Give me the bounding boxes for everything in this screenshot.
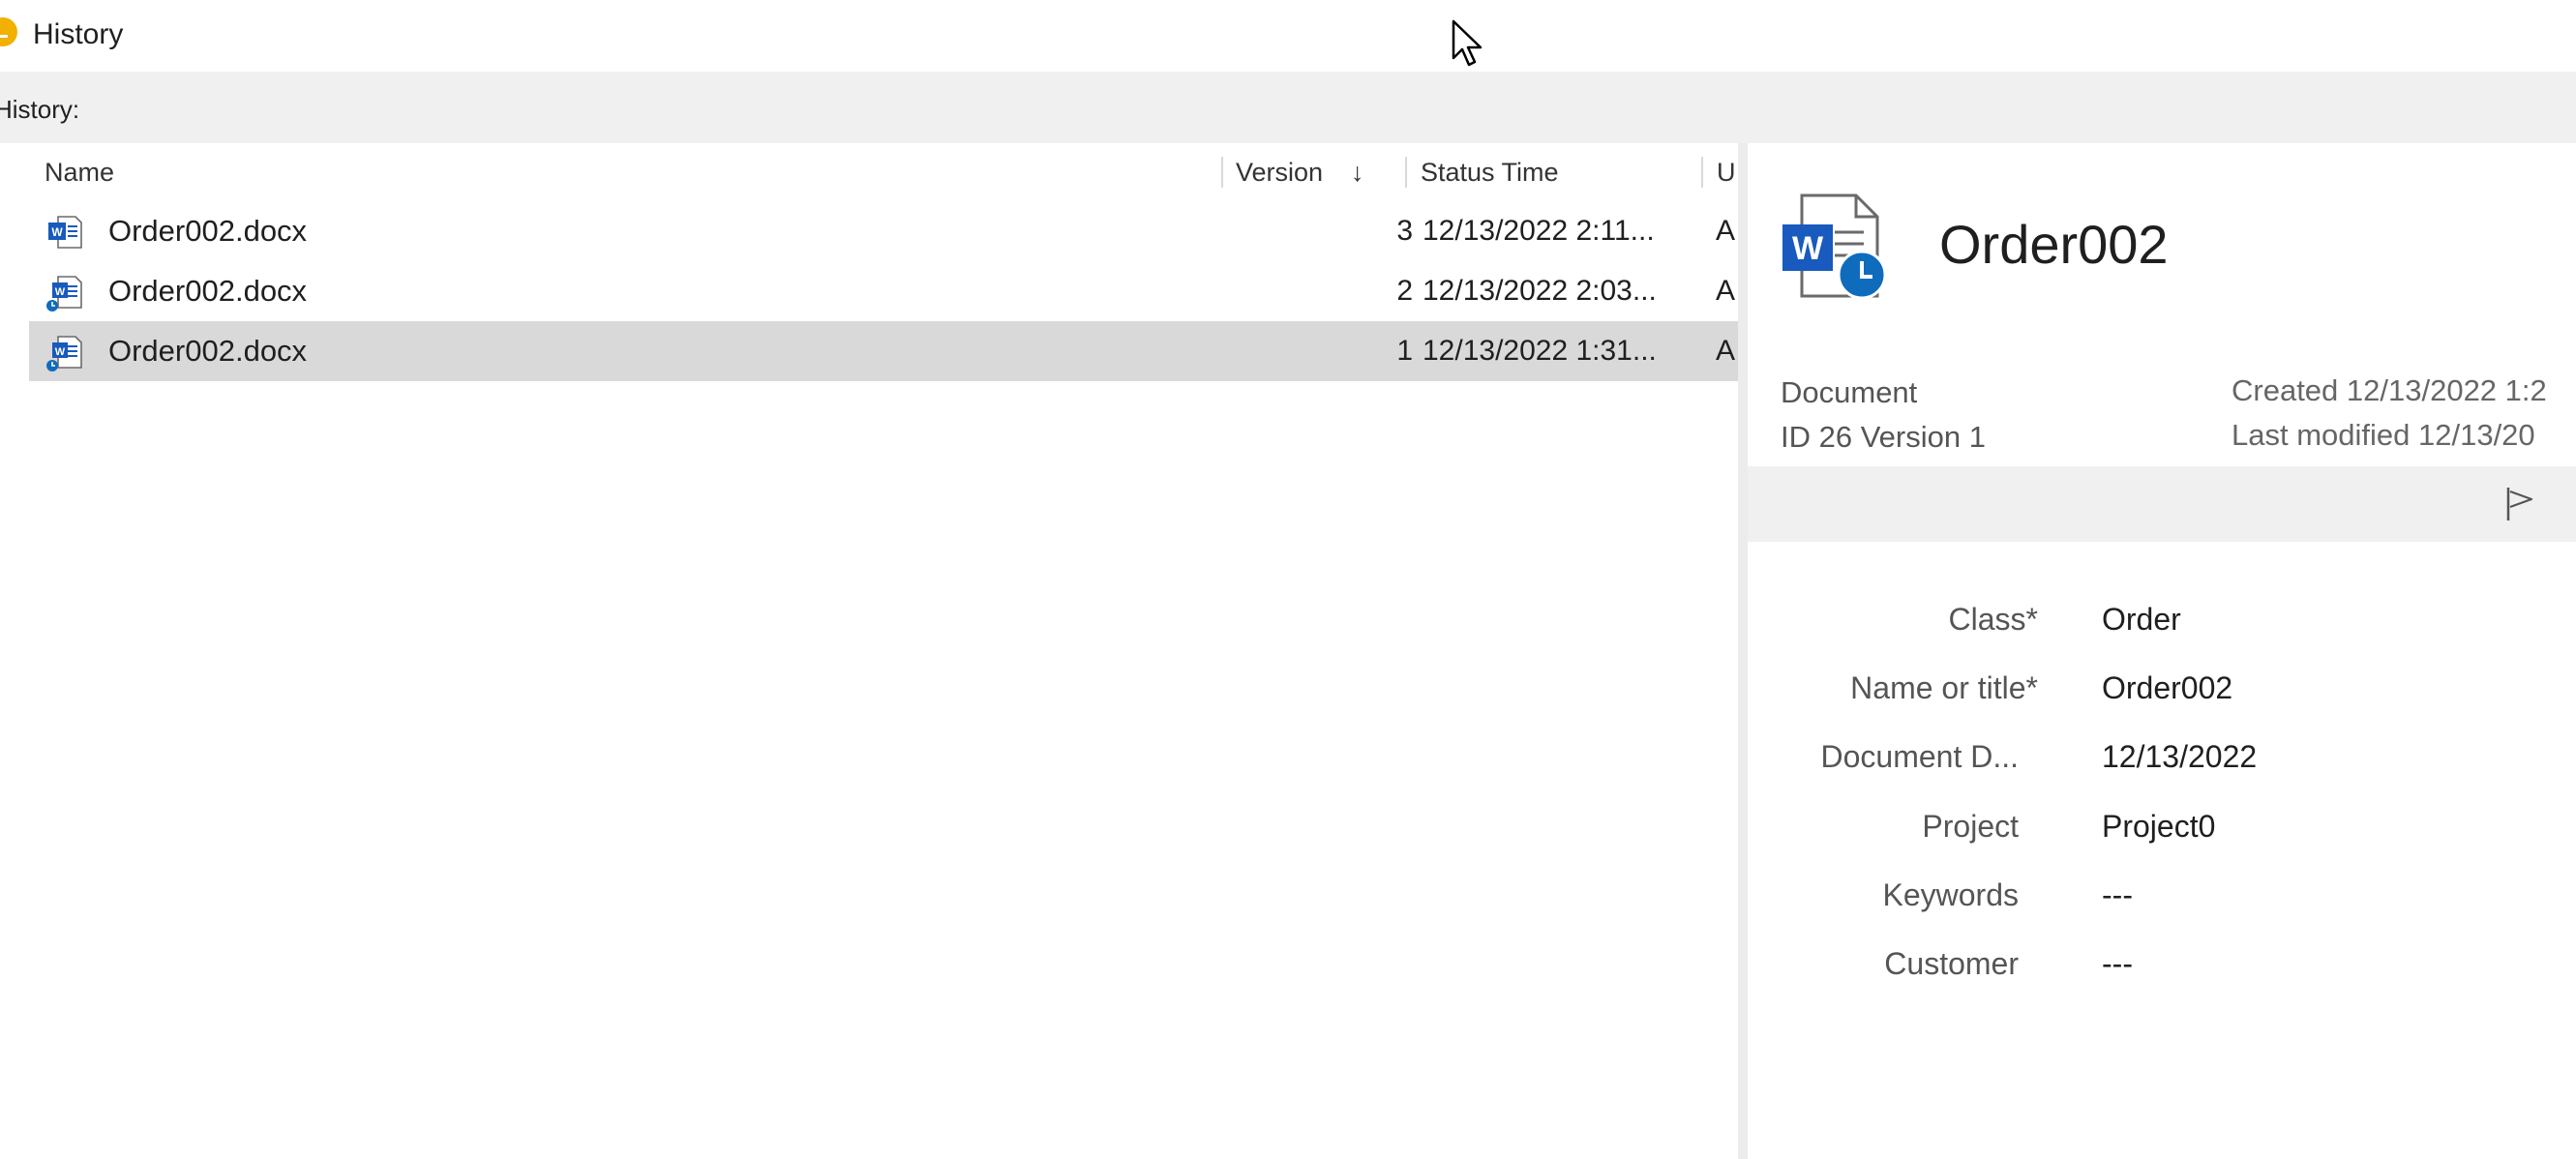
title-bar: History bbox=[0, 0, 2576, 72]
file-name: Order002.docx bbox=[108, 274, 308, 308]
property-label: Keywords bbox=[1882, 877, 2020, 912]
list-row-version-3[interactable]: W Order002.docx 3 12/13/2022 2:11... A bbox=[29, 201, 1738, 261]
document-title: Order002 bbox=[1939, 214, 2169, 275]
property-value[interactable]: Project0 bbox=[2102, 805, 2215, 847]
user-cell: A bbox=[1716, 215, 1736, 247]
property-label: Project bbox=[1922, 809, 2019, 844]
svg-text:W: W bbox=[51, 225, 63, 239]
window-title: History bbox=[33, 18, 124, 50]
object-id-version: ID 26 Version 1 bbox=[1781, 420, 1986, 454]
status-time: 12/13/2022 2:11... bbox=[1423, 215, 1655, 247]
svg-text:W: W bbox=[1792, 230, 1824, 267]
user-cell: A bbox=[1716, 335, 1736, 367]
property-value[interactable]: Order bbox=[2102, 598, 2181, 640]
word-document-history-icon: W bbox=[46, 336, 82, 371]
status-time: 12/13/2022 1:31... bbox=[1423, 335, 1657, 367]
list-row-version-2[interactable]: W Order002.docx 2 12/13/2022 2:03... A bbox=[29, 261, 1738, 321]
object-type: Document bbox=[1781, 375, 1918, 409]
file-name: Order002.docx bbox=[108, 214, 308, 248]
list-row-version-1[interactable]: W Order002.docx 1 12/13/2022 1:31... A bbox=[29, 321, 1738, 381]
word-document-icon: W bbox=[48, 216, 82, 249]
word-document-history-icon: W bbox=[1782, 193, 1887, 300]
property-label: Class* bbox=[1948, 602, 2038, 637]
property-value[interactable]: --- bbox=[2102, 942, 2133, 985]
history-label: History: bbox=[0, 95, 80, 124]
pane-splitter[interactable] bbox=[1738, 143, 1748, 1159]
column-separator[interactable] bbox=[1221, 157, 1223, 188]
status-time: 12/13/2022 2:03... bbox=[1423, 275, 1657, 307]
version-number: 2 bbox=[1396, 275, 1413, 307]
file-name: Order002.docx bbox=[108, 334, 308, 368]
property-label: Customer bbox=[1884, 946, 2019, 981]
flag-icon[interactable] bbox=[2504, 486, 2537, 522]
last-modified-info: Last modified 12/13/20 bbox=[2232, 418, 2535, 452]
created-info: Created 12/13/2022 1:2 bbox=[2232, 373, 2547, 407]
property-value[interactable]: 12/13/2022 bbox=[2102, 735, 2257, 778]
column-header-user[interactable]: U bbox=[1717, 153, 1736, 192]
metadata-toolbar bbox=[1748, 466, 2576, 542]
property-value[interactable]: Order002 bbox=[2102, 667, 2232, 709]
word-document-history-icon: W bbox=[46, 276, 82, 312]
history-list[interactable]: Name Version ↓ Status Time U W Order002.… bbox=[0, 143, 1738, 1159]
svg-text:W: W bbox=[55, 286, 66, 298]
column-header-version[interactable]: Version bbox=[1236, 153, 1323, 192]
column-header-name[interactable]: Name bbox=[45, 153, 114, 192]
column-separator[interactable] bbox=[1701, 157, 1703, 188]
version-number: 3 bbox=[1396, 215, 1413, 247]
column-header-status-time[interactable]: Status Time bbox=[1421, 153, 1559, 192]
property-label: Document D... bbox=[1820, 739, 2019, 774]
mouse-cursor-icon bbox=[1452, 19, 1483, 67]
metadata-card: W Order002 Document ID 26 Version 1 Crea… bbox=[1748, 143, 2576, 1159]
version-number: 1 bbox=[1396, 335, 1413, 367]
column-separator[interactable] bbox=[1405, 157, 1407, 188]
property-value[interactable]: --- bbox=[2102, 874, 2133, 916]
history-header-bar: History: bbox=[0, 72, 2576, 143]
property-label: Name or title* bbox=[1850, 670, 2038, 705]
user-cell: A bbox=[1716, 275, 1736, 307]
history-clock-icon bbox=[0, 17, 17, 46]
sort-down-arrow-icon: ↓ bbox=[1351, 158, 1364, 187]
svg-text:W: W bbox=[55, 346, 66, 358]
